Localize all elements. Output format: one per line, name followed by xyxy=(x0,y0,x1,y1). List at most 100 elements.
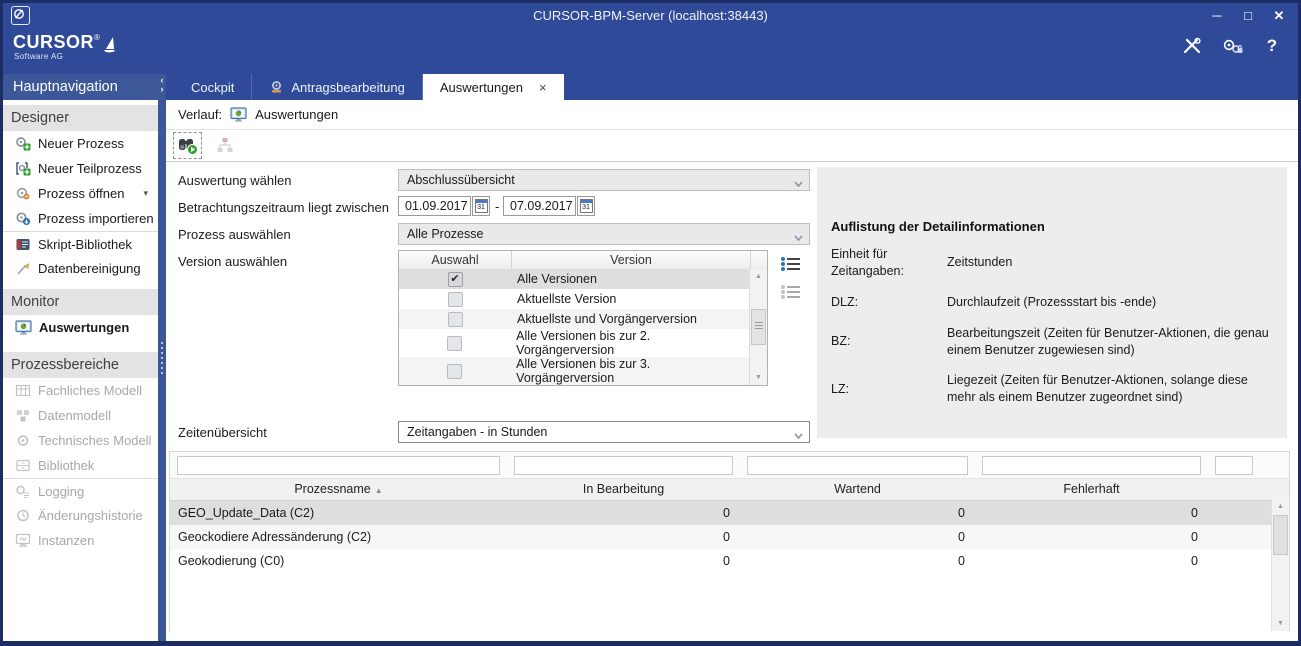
results-scrollbar[interactable]: ▲ ▼ xyxy=(1271,499,1289,631)
filter-input-wartend[interactable] xyxy=(747,456,968,475)
chevron-down-icon xyxy=(794,176,803,190)
splitter-grip xyxy=(158,342,166,374)
scrollbar-thumb[interactable] xyxy=(751,309,766,345)
sidebar-item-label: Auswertungen xyxy=(39,320,129,335)
content-area: Cockpit Antragsbearbeitung Auswertungen … xyxy=(166,74,1298,641)
auswertung-select[interactable]: Abschlussübersicht xyxy=(398,169,810,191)
calendar-to-button[interactable]: 31 xyxy=(577,196,595,216)
sidebar-item-logging: Logging xyxy=(3,478,158,503)
sidebar-item-neuer-teilprozess[interactable]: Neuer Teilprozess xyxy=(3,156,158,181)
cell-in-bearbeitung: 0 xyxy=(507,501,740,525)
tab-close-icon[interactable]: × xyxy=(539,80,547,95)
column-header-prozessname[interactable]: Prozessname▲ xyxy=(170,479,507,500)
column-header-extra[interactable] xyxy=(1208,479,1271,500)
hierarchy-button-disabled xyxy=(211,133,238,158)
version-row[interactable]: Alle Versionen bis zur 2. Vorgängerversi… xyxy=(399,329,750,357)
zeitenuebersicht-select[interactable]: Zeitangaben - in Stunden xyxy=(398,421,810,443)
scroll-up-icon[interactable]: ▲ xyxy=(750,269,767,284)
scroll-up-icon[interactable]: ▲ xyxy=(1272,499,1289,514)
breadcrumb-item[interactable]: Auswertungen xyxy=(255,107,338,122)
version-row[interactable]: ✔ Alle Versionen xyxy=(399,269,750,289)
detail-term: LZ: xyxy=(831,381,933,398)
binoculars-run-icon xyxy=(177,136,199,156)
tab-cockpit[interactable]: Cockpit xyxy=(174,74,252,100)
sailboat-icon xyxy=(102,35,117,60)
table-row[interactable]: GEO_Update_Data (C2) 0 0 0 xyxy=(170,501,1289,525)
minimize-button[interactable]: ─ xyxy=(1206,6,1228,26)
date-to-input[interactable] xyxy=(503,196,576,216)
checkbox[interactable] xyxy=(448,292,463,307)
help-button[interactable]: ? xyxy=(1260,35,1284,57)
history-bar: Verlauf: Auswertungen xyxy=(166,100,1298,130)
sidebar-item-datenmodell: Datenmodell xyxy=(3,403,158,428)
checkbox[interactable] xyxy=(448,312,463,327)
column-header-fehlerhaft[interactable]: Fehlerhaft xyxy=(975,479,1208,500)
splitter-collapse-icon[interactable]: ‹ › xyxy=(158,76,166,94)
prozess-select[interactable]: Alle Prozesse xyxy=(398,223,810,245)
sidebar-item-datenbereinigung[interactable]: Datenbereinigung xyxy=(3,256,158,281)
filter-input-in-bearbeitung[interactable] xyxy=(514,456,733,475)
version-row[interactable]: Alle Versionen bis zur 3. Vorgängerversi… xyxy=(399,357,750,385)
dropdown-caret-icon[interactable]: ▾ xyxy=(143,188,148,199)
cell-in-bearbeitung: 0 xyxy=(507,549,740,573)
sidebar-item-label: Technisches Modell xyxy=(38,433,151,448)
sidebar-item-auswertungen[interactable]: Auswertungen xyxy=(3,315,158,340)
sidebar-splitter[interactable]: ‹ › xyxy=(158,74,166,641)
calendar-from-button[interactable]: 31 xyxy=(472,196,490,216)
table-row[interactable]: Geockodiere Adressänderung (C2) 0 0 0 xyxy=(170,525,1289,549)
monitor-chart-icon xyxy=(230,107,247,122)
detail-term: BZ: xyxy=(831,333,933,350)
scrollbar-thumb[interactable] xyxy=(1273,515,1288,555)
scroll-down-icon[interactable]: ▼ xyxy=(1272,616,1289,631)
column-header-in-bearbeitung[interactable]: In Bearbeitung xyxy=(507,479,740,500)
history-clock-icon xyxy=(15,508,31,523)
detail-term: Einheit für Zeitangaben: xyxy=(831,246,933,280)
filter-input-fehlerhaft[interactable] xyxy=(982,456,1201,475)
window-border xyxy=(0,641,1301,646)
tools-button[interactable] xyxy=(1180,35,1204,57)
sidebar-item-bibliothek: Bibliothek xyxy=(3,453,158,478)
sidebar-item-prozess-oeffnen[interactable]: Prozess öffnen ▾ xyxy=(3,181,158,206)
filter-input-extra[interactable] xyxy=(1215,456,1253,475)
cell-prozessname: Geockodiere Adressänderung (C2) xyxy=(170,525,507,549)
filter-input-prozessname[interactable] xyxy=(177,456,500,475)
gear-gray-icon xyxy=(15,433,31,448)
column-header-auswahl[interactable]: Auswahl xyxy=(399,251,512,269)
column-header-version[interactable]: Version xyxy=(512,251,751,269)
settings-button[interactable] xyxy=(1220,35,1244,57)
checkbox[interactable] xyxy=(447,336,462,351)
gear-plus-icon xyxy=(15,136,31,151)
version-table: Auswahl Version ✔ Alle Versionen Aktuell… xyxy=(398,250,768,386)
checkbox-checked[interactable]: ✔ xyxy=(448,272,463,287)
version-row[interactable]: Aktuellste und Vorgängerversion xyxy=(399,309,750,329)
version-row[interactable]: Aktuellste Version xyxy=(399,289,750,309)
maximize-button[interactable]: □ xyxy=(1237,6,1259,26)
run-evaluation-button[interactable] xyxy=(173,132,202,159)
tab-auswertungen[interactable]: Auswertungen × xyxy=(423,74,564,100)
data-model-icon xyxy=(15,408,31,423)
sidebar-item-label: Logging xyxy=(38,484,84,499)
section-header-prozessbereiche: Prozessbereiche xyxy=(3,352,158,378)
checkbox[interactable] xyxy=(447,364,462,379)
version-scrollbar[interactable]: ▲ ▼ xyxy=(749,269,767,385)
window-border xyxy=(0,0,3,646)
auswertung-value: Abschlussübersicht xyxy=(407,173,515,187)
sidebar-item-label: Fachliches Modell xyxy=(38,383,142,398)
sidebar-item-label: Neuer Teilprozess xyxy=(38,161,142,176)
prozess-label: Prozess auswählen xyxy=(178,227,291,242)
sidebar-item-skript-bibliothek[interactable]: Skript-Bibliothek xyxy=(3,231,158,256)
sidebar-item-prozess-importieren[interactable]: Prozess importieren xyxy=(3,206,158,231)
brand-subtitle: Software AG xyxy=(14,52,63,61)
close-button[interactable]: ✕ xyxy=(1268,6,1290,26)
date-from-input[interactable] xyxy=(398,196,471,216)
table-row[interactable]: Geokodierung (C0) 0 0 0 xyxy=(170,549,1289,573)
sidebar-item-neuer-prozess[interactable]: Neuer Prozess xyxy=(3,131,158,156)
scroll-down-icon[interactable]: ▼ xyxy=(750,370,767,385)
select-all-icon[interactable] xyxy=(780,256,802,272)
tab-antragsbearbeitung[interactable]: Antragsbearbeitung xyxy=(252,74,422,100)
deselect-all-icon[interactable] xyxy=(780,284,802,300)
results-table: Prozessname▲ In Bearbeitung Wartend Fehl… xyxy=(169,451,1290,631)
header-bar: CURSOR® Software AG xyxy=(3,29,1298,74)
tab-label: Antragsbearbeitung xyxy=(291,80,404,95)
column-header-wartend[interactable]: Wartend xyxy=(740,479,975,500)
